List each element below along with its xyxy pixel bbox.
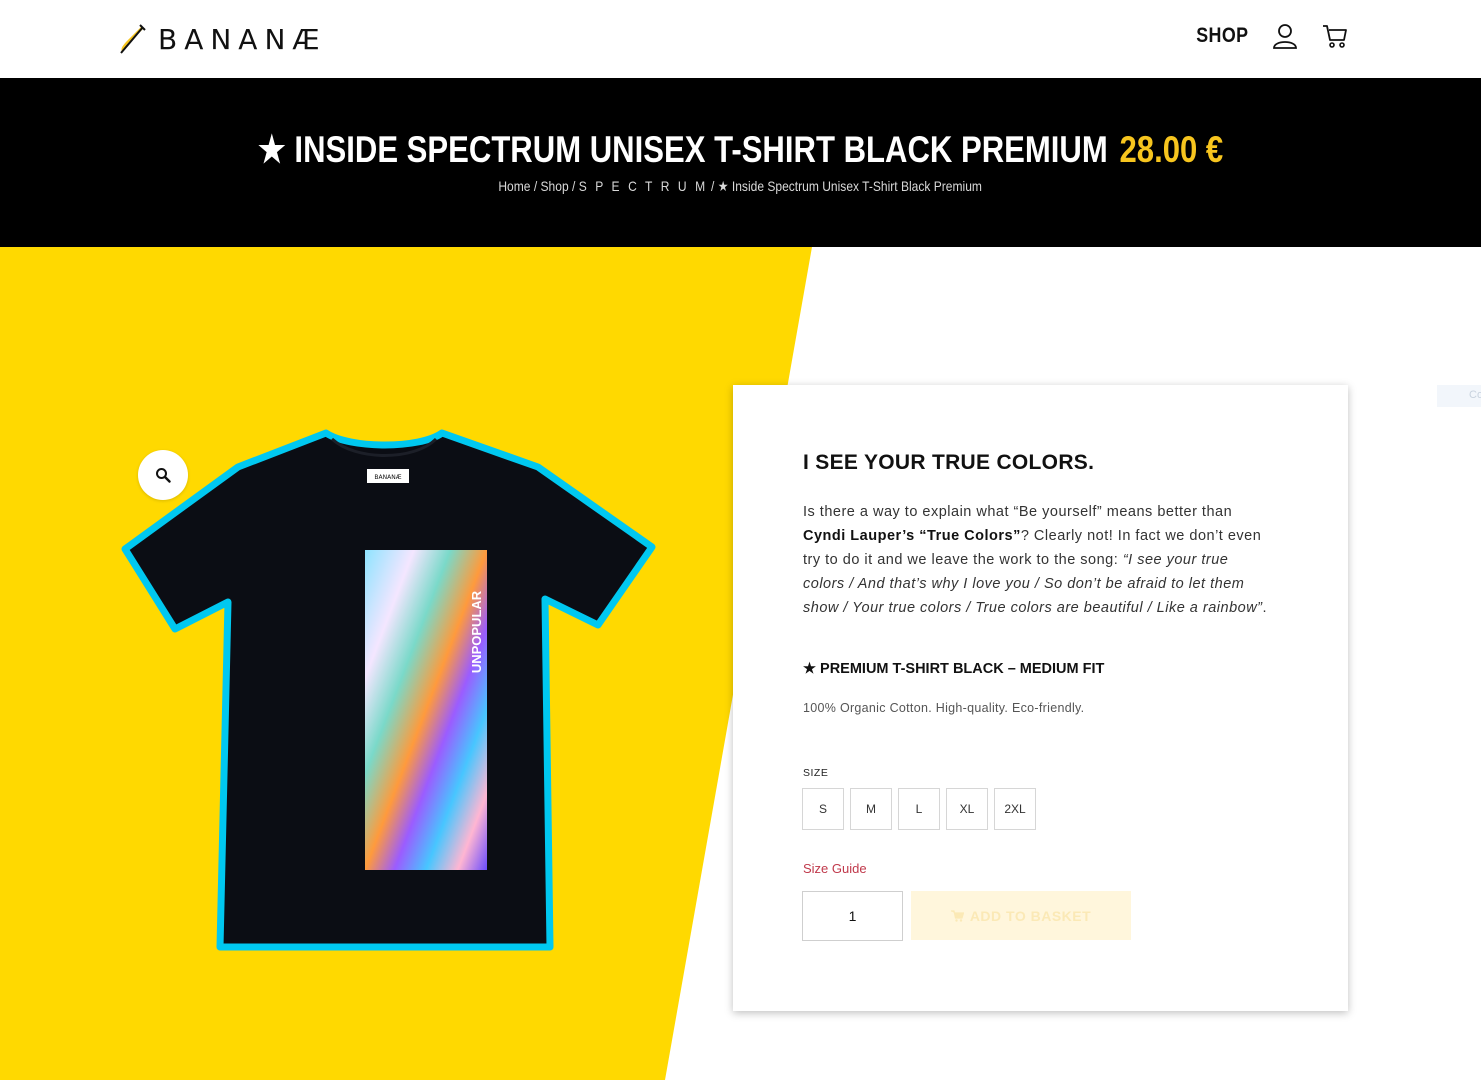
size-label: SIZE xyxy=(803,767,829,779)
banana-logo-icon xyxy=(120,24,146,54)
site-header: BANANÆ SHOP xyxy=(0,0,1481,78)
card-heading: I SEE YOUR TRUE COLORS. xyxy=(803,451,1095,474)
zoom-button[interactable] xyxy=(138,450,188,500)
product-info-card: I SEE YOUR TRUE COLORS. Is there a way t… xyxy=(733,385,1348,1011)
basket-icon xyxy=(950,909,964,922)
print-text: UNPOPULAR xyxy=(469,590,484,673)
size-option-s[interactable]: S xyxy=(802,788,844,830)
quantity-input[interactable]: 1 xyxy=(802,891,903,941)
product-description: Is there a way to explain what “Be yours… xyxy=(803,500,1273,620)
product-price: 28.00 € xyxy=(1119,129,1224,170)
label-tag-text: BANANÆ xyxy=(374,474,401,481)
nav-shop-link[interactable]: SHOP xyxy=(1197,24,1249,48)
desc-text: Is there a way to explain what “Be yours… xyxy=(803,504,1233,520)
edge-tab[interactable]: Co xyxy=(1437,385,1481,407)
main-nav: SHOP xyxy=(1187,22,1349,50)
product-title-banner: ★ INSIDE SPECTRUM UNISEX T-SHIRT BLACK P… xyxy=(0,78,1481,247)
product-title: ★ INSIDE SPECTRUM UNISEX T-SHIRT BLACK P… xyxy=(257,129,1108,170)
brand-name: BANANÆ xyxy=(158,22,327,56)
size-option-2xl[interactable]: 2XL xyxy=(994,788,1036,830)
add-to-basket-label: ADD TO BASKET xyxy=(969,907,1092,924)
size-option-m[interactable]: M xyxy=(850,788,892,830)
magnifier-icon xyxy=(156,468,171,483)
size-option-xl[interactable]: XL xyxy=(946,788,988,830)
breadcrumb-current: ★ Inside Spectrum Unisex T-Shirt Black P… xyxy=(718,178,983,194)
brand-logo[interactable]: BANANÆ xyxy=(116,22,327,56)
breadcrumb-category[interactable]: S P E C T R U M xyxy=(579,178,708,194)
title-row: ★ INSIDE SPECTRUM UNISEX T-SHIRT BLACK P… xyxy=(0,128,1481,171)
cart-icon[interactable] xyxy=(1321,22,1349,50)
product-fit-label: ★ PREMIUM T-SHIRT BLACK – MEDIUM FIT xyxy=(803,661,1105,677)
breadcrumb: Home / Shop / S P E C T R U M / ★ Inside… xyxy=(0,178,1481,195)
breadcrumb-home[interactable]: Home xyxy=(499,178,531,194)
size-options: S M L XL 2XL xyxy=(802,788,1036,830)
user-icon[interactable] xyxy=(1271,22,1299,50)
add-to-basket-button[interactable]: ADD TO BASKET xyxy=(911,891,1131,940)
product-material: 100% Organic Cotton. High-quality. Eco-f… xyxy=(803,701,1085,715)
title-wrap: ★ INSIDE SPECTRUM UNISEX T-SHIRT BLACK P… xyxy=(258,128,1223,171)
breadcrumb-separator: / xyxy=(708,178,719,194)
desc-end: . xyxy=(1262,600,1268,616)
breadcrumb-shop[interactable]: Shop xyxy=(541,178,569,194)
size-guide-link[interactable]: Size Guide xyxy=(803,861,867,876)
breadcrumb-separator: / xyxy=(530,178,541,194)
product-image-tshirt[interactable]: BANANÆ UNPOPULAR xyxy=(120,427,665,957)
desc-bold: Cyndi Lauper’s “True Colors” xyxy=(803,528,1021,544)
size-option-l[interactable]: L xyxy=(898,788,940,830)
